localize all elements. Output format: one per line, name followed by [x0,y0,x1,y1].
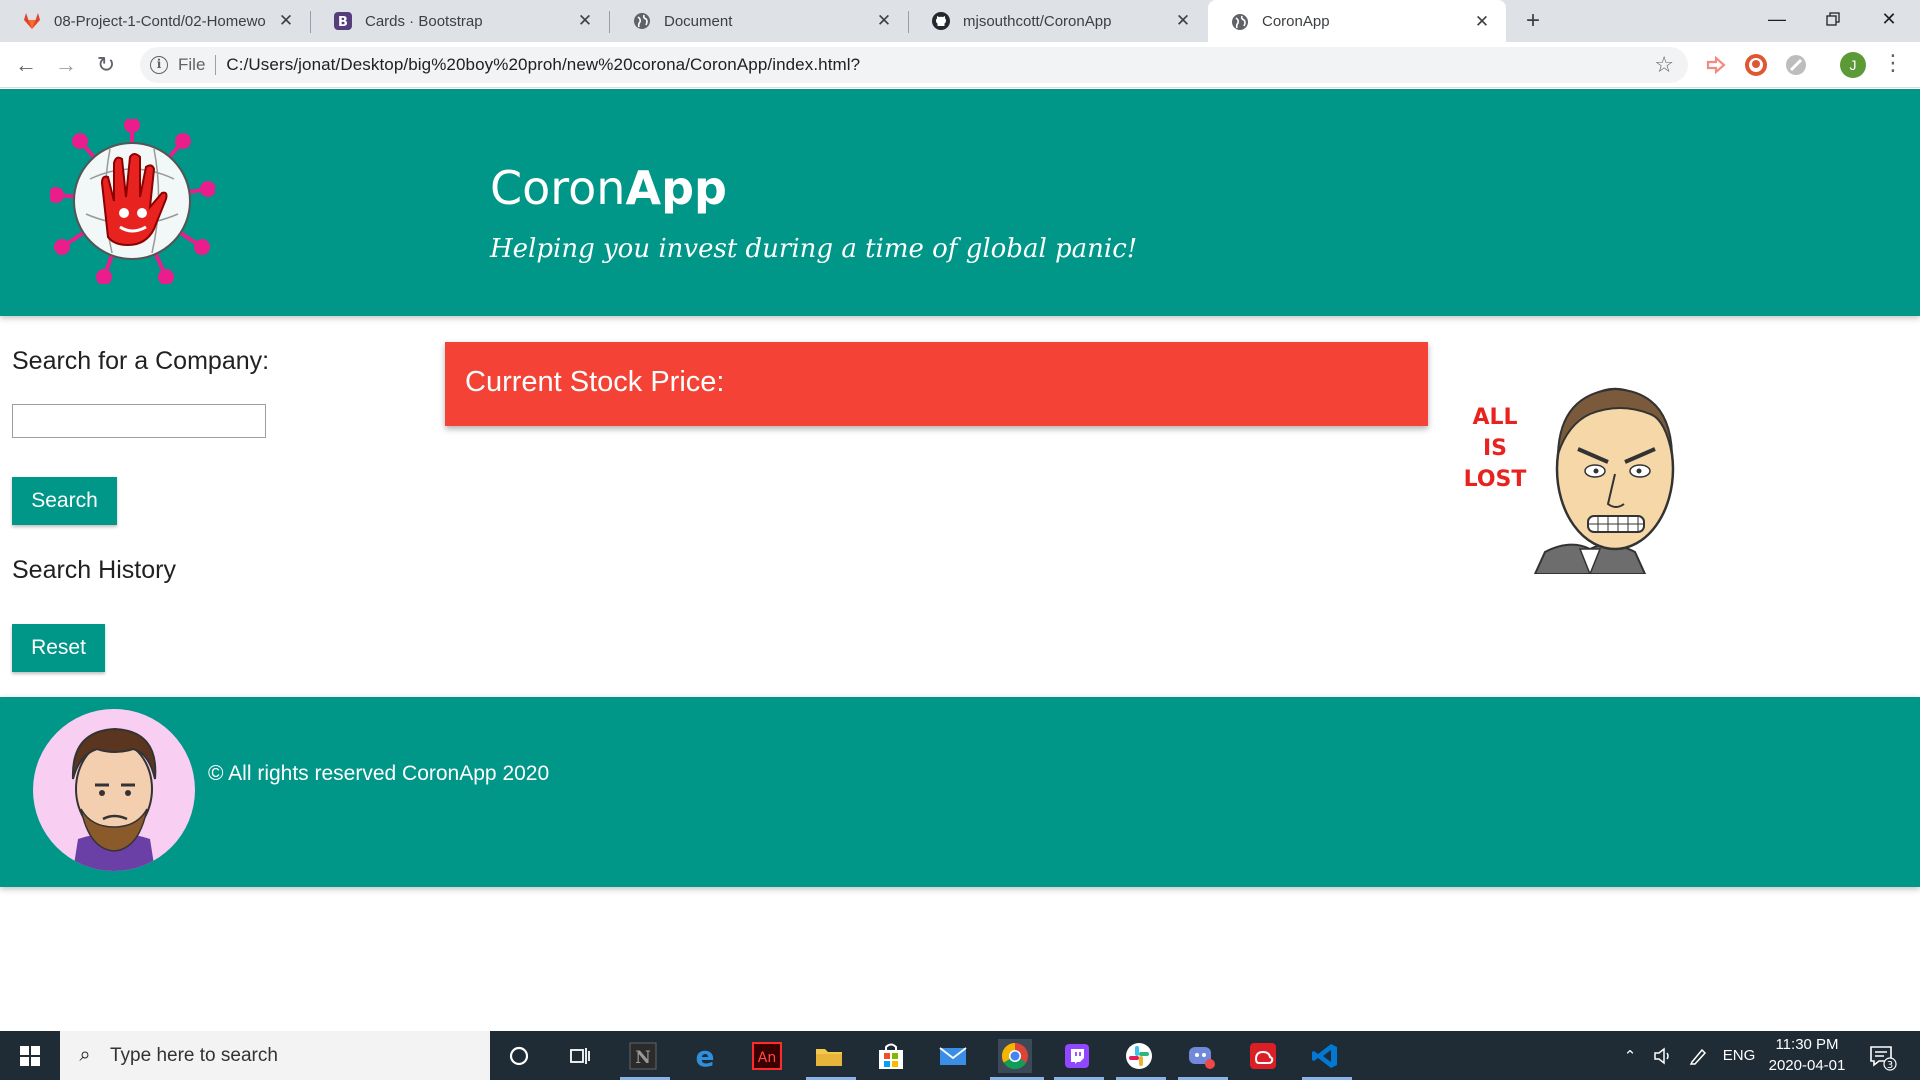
search-label: Search for a Company: [12,347,270,375]
tab-title: mjsouthcott/CoronApp [963,12,1112,30]
file-explorer-icon[interactable] [812,1039,846,1073]
close-window-icon[interactable]: ✕ [1862,0,1916,40]
slack-icon[interactable] [1122,1039,1156,1073]
minimize-icon[interactable]: — [1750,0,1804,40]
notification-center-icon[interactable]: 3 [1862,1031,1902,1080]
tab-title: CoronApp [1262,13,1330,30]
pen-workspace-icon[interactable] [1684,1031,1712,1080]
browser-toolbar: ← → ↻ i File C:/Users/jonat/Desktop/big%… [0,42,1920,88]
search-icon: ⌕ [79,1044,91,1066]
notification-count: 3 [1887,1060,1893,1071]
tab-title: 08-Project-1-Contd/02-Homewo [54,12,266,30]
company-search-input[interactable] [12,404,266,438]
input-language-indicator[interactable]: ENG [1720,1031,1758,1080]
meme-text-line: LOST [1464,467,1527,492]
close-tab-icon[interactable]: ✕ [1173,11,1193,31]
tab-gitlab[interactable]: 08-Project-1-Contd/02-Homewo ✕ [0,0,310,42]
stock-price-label: Current Stock Price: [465,366,725,398]
tab-github[interactable]: mjsouthcott/CoronApp ✕ [909,0,1207,42]
url-text[interactable]: C:/Users/jonat/Desktop/big%20boy%20proh/… [226,55,860,75]
bootstrap-icon: B [333,11,353,31]
show-hidden-icons-chevron-icon[interactable]: ⌃ [1618,1031,1642,1080]
svg-text:e: e [696,1041,715,1071]
microsoft-store-icon[interactable] [874,1039,908,1073]
chrome-icon[interactable] [998,1039,1032,1073]
github-icon [931,11,951,31]
reset-button[interactable]: Reset [12,624,105,672]
bookmark-star-icon[interactable]: ☆ [1654,52,1674,78]
mail-icon[interactable] [936,1039,970,1073]
tab-title: Document [664,12,733,30]
discord-icon[interactable] [1184,1039,1218,1073]
stock-price-card: Current Stock Price: [445,342,1428,426]
page-viewport: CoronApp Helping you invest during a tim… [0,89,1920,1031]
brand-light: Coron [490,161,626,215]
browser-tabstrip: 08-Project-1-Contd/02-Homewo ✕ B Cards ·… [0,0,1920,43]
tab-coronapp[interactable]: CoronApp ✕ [1208,0,1506,43]
cortana-icon[interactable] [502,1039,536,1073]
windows-taskbar: ⌕ Type here to search N e An ⌃ ENG 11:30… [0,1031,1920,1080]
scheme-label: File [178,55,206,74]
vscode-icon[interactable] [1308,1039,1342,1073]
clock-date: 2020-04-01 [1768,1057,1846,1074]
close-tab-icon[interactable]: ✕ [276,11,296,31]
forward-arrow-icon[interactable]: → [50,49,82,81]
profile-avatar[interactable]: J [1840,52,1866,78]
address-bar[interactable]: i File C:/Users/jonat/Desktop/big%20boy%… [140,47,1688,83]
tagline: Helping you invest during a time of glob… [490,234,1138,264]
svg-text:N: N [635,1048,651,1068]
duckduckgo-icon[interactable] [1744,53,1768,77]
back-arrow-icon[interactable]: ← [10,49,42,81]
gitlab-icon [22,11,42,31]
svg-text:An: An [758,1050,776,1066]
taskbar-search-box[interactable]: ⌕ Type here to search [60,1031,490,1080]
coronavirus-logo-icon [48,117,216,285]
twitch-icon[interactable] [1060,1039,1094,1073]
extension-shield-icon[interactable] [1784,53,1808,77]
adobe-animate-icon[interactable]: An [750,1039,784,1073]
all-is-lost-meme-image: ALL IS LOST [1460,374,1700,577]
close-tab-icon[interactable]: ✕ [575,11,595,31]
taskbar-search-placeholder: Type here to search [110,1044,278,1066]
more-menu-icon[interactable]: ⋮ [1882,50,1904,76]
meme-text-line: ALL [1472,405,1517,430]
brand-bold: App [625,161,727,215]
svg-text:B: B [338,15,348,30]
brand-title: CoronApp [490,161,727,215]
taskbar-clock[interactable]: 11:30 PM 2020-04-01 [1760,1034,1854,1076]
extension-arrow-icon[interactable] [1704,53,1728,77]
close-tab-icon[interactable]: ✕ [1472,12,1492,32]
clock-time: 11:30 PM [1775,1036,1839,1053]
search-button[interactable]: Search [12,477,117,525]
meme-text-line: IS [1483,436,1507,461]
globe-icon [632,11,652,31]
site-header: CoronApp Helping you invest during a tim… [0,89,1920,316]
author-avatar-image [33,709,195,871]
tab-bootstrap[interactable]: B Cards · Bootstrap ✕ [311,0,609,42]
address-divider [215,55,217,75]
tab-title: Cards · Bootstrap [365,12,483,30]
new-tab-button[interactable]: + [1520,8,1546,34]
globe-icon [1230,12,1250,32]
close-tab-icon[interactable]: ✕ [874,11,894,31]
search-history-label: Search History [12,556,176,584]
info-icon[interactable]: i [150,56,168,74]
site-footer: © All rights reserved CoronApp 2020 [0,697,1920,887]
volume-icon[interactable] [1648,1031,1676,1080]
notion-icon[interactable]: N [626,1039,660,1073]
windows-start-icon[interactable] [0,1031,60,1080]
creative-cloud-icon[interactable] [1246,1039,1280,1073]
tab-document[interactable]: Document ✕ [610,0,908,42]
task-view-icon[interactable] [563,1039,597,1073]
restore-icon[interactable] [1806,0,1860,40]
copyright-text: © All rights reserved CoronApp 2020 [208,762,550,785]
edge-browser-icon[interactable]: e [688,1039,722,1073]
reload-icon[interactable]: ↻ [90,49,122,81]
